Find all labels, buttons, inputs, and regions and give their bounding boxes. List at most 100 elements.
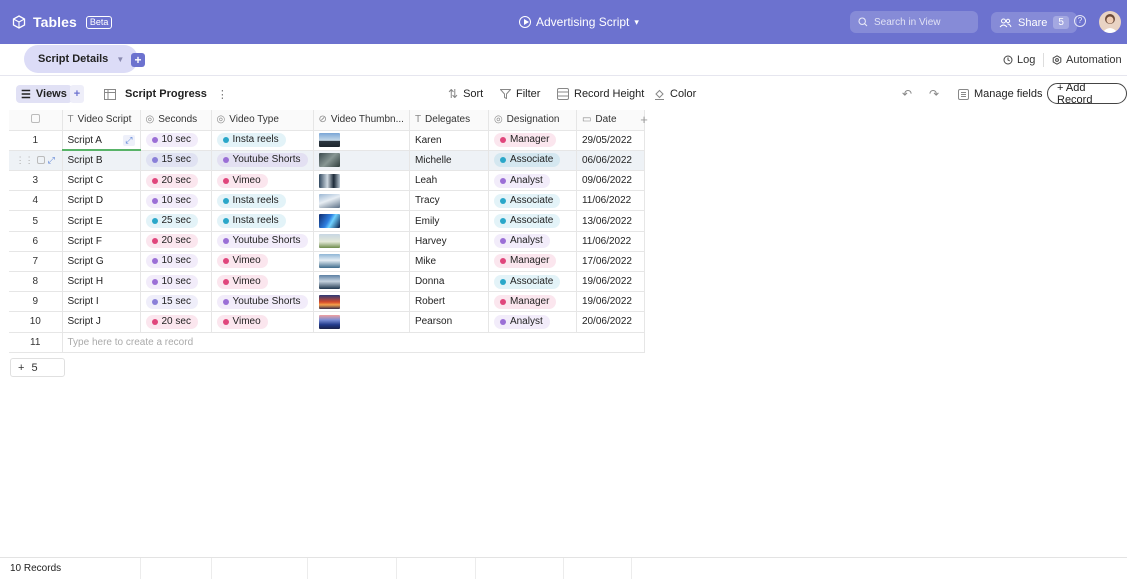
thumbnail-image[interactable]: [318, 294, 340, 309]
undo-button[interactable]: ↶: [902, 85, 912, 103]
column-header[interactable]: ◎ Seconds: [140, 110, 212, 131]
cell-video-thumbnail[interactable]: [313, 251, 410, 273]
log-button[interactable]: Log: [1003, 54, 1035, 66]
cell-seconds[interactable]: 20 sec: [140, 231, 212, 252]
brand[interactable]: Tables Beta: [12, 14, 113, 30]
table-row[interactable]: 4 Script D 10 sec Insta reels Tracy Associate…: [9, 190, 645, 212]
cell-video-thumbnail[interactable]: [313, 311, 410, 333]
expand-icon[interactable]: ⤢: [123, 134, 135, 146]
record-height-button[interactable]: Record Height: [557, 85, 644, 103]
cell-video-thumbnail[interactable]: [313, 231, 410, 252]
cell-designation[interactable]: Associate: [488, 210, 577, 232]
thumbnail-image[interactable]: [318, 133, 340, 148]
cell-delegates[interactable]: Michelle: [409, 150, 489, 172]
cell-date[interactable]: 11/06/2022: [576, 231, 645, 252]
table-row[interactable]: 6 Script F 20 sec Youtube Shorts Harvey Analy…: [9, 231, 645, 252]
cell-designation[interactable]: Manager: [488, 251, 577, 273]
cell-video-type[interactable]: Insta reels: [211, 130, 314, 151]
filter-button[interactable]: Filter: [500, 85, 540, 103]
table-row[interactable]: 5 Script E 25 sec Insta reels Emily Associate…: [9, 210, 645, 232]
row-number[interactable]: 7: [9, 251, 63, 273]
cell-delegates[interactable]: Harvey: [409, 231, 489, 252]
table-row[interactable]: ⋮⋮ ⤢ Script B 15 sec Youtube Shorts Michelle A…: [9, 150, 645, 172]
cell-date[interactable]: 17/06/2022: [576, 251, 645, 273]
cell-delegates[interactable]: Karen: [409, 130, 489, 151]
cell-video-type[interactable]: Insta reels: [211, 190, 314, 212]
cell-delegates[interactable]: Mike: [409, 251, 489, 273]
cell-video-script[interactable]: Script I: [62, 291, 141, 313]
cell-video-script[interactable]: Script E: [62, 210, 141, 232]
row-number[interactable]: ⋮⋮ ⤢: [9, 150, 63, 172]
manage-fields-button[interactable]: Manage fields: [958, 85, 1043, 103]
cell-video-thumbnail[interactable]: [313, 291, 410, 313]
cell-video-type[interactable]: Insta reels: [211, 210, 314, 232]
add-rows-control[interactable]: + 5: [10, 358, 65, 377]
redo-button[interactable]: ↷: [929, 85, 939, 103]
cell-date[interactable]: 13/06/2022: [576, 210, 645, 232]
cell-video-type[interactable]: Vimeo: [211, 271, 314, 293]
cell-seconds[interactable]: 10 sec: [140, 190, 212, 212]
cell-video-type[interactable]: Youtube Shorts: [211, 231, 314, 252]
cell-video-thumbnail[interactable]: [313, 210, 410, 232]
more-vertical-icon[interactable]: ⋮: [217, 88, 228, 101]
cell-delegates[interactable]: Leah: [409, 170, 489, 192]
table-row[interactable]: 1 Script A ⤢ 10 sec Insta reels Karen Manager 2…: [9, 130, 645, 152]
cell-video-thumbnail[interactable]: [313, 190, 410, 212]
cell-designation[interactable]: Manager: [488, 291, 577, 313]
cell-video-thumbnail[interactable]: [313, 130, 410, 151]
avatar[interactable]: [1099, 11, 1121, 33]
row-checkbox[interactable]: [36, 156, 45, 165]
views-button[interactable]: ☰ Views: [16, 85, 72, 103]
search-input[interactable]: Search in View: [850, 11, 978, 33]
cell-video-script[interactable]: Script C: [62, 170, 141, 192]
add-column-button[interactable]: +: [637, 113, 651, 127]
cell-date[interactable]: 09/06/2022: [576, 170, 645, 192]
table-row[interactable]: 9 Script I 15 sec Youtube Shorts Robert Manag…: [9, 291, 645, 313]
cell-designation[interactable]: Associate: [488, 150, 577, 172]
expand-icon[interactable]: ⤢: [48, 155, 55, 165]
column-header[interactable]: ⊘ Video Thumbn...: [313, 110, 410, 131]
row-number[interactable]: 4: [9, 190, 63, 212]
table-row[interactable]: 10 Script J 20 sec Vimeo Pearson Analyst 20/06…: [9, 311, 645, 333]
cell-video-type[interactable]: Vimeo: [211, 251, 314, 273]
help-icon[interactable]: ?: [1074, 15, 1086, 27]
new-record-input[interactable]: Type here to create a record: [62, 332, 645, 353]
cell-video-script[interactable]: Script A ⤢: [62, 130, 141, 152]
row-number[interactable]: 5: [9, 210, 63, 232]
cell-seconds[interactable]: 20 sec: [140, 170, 212, 192]
row-number[interactable]: 9: [9, 291, 63, 313]
cell-designation[interactable]: Associate: [488, 271, 577, 293]
table-row[interactable]: 3 Script C 20 sec Vimeo Leah Analyst 09/06/202…: [9, 170, 645, 192]
view-selector[interactable]: Script Progress ⋮: [104, 85, 228, 103]
row-number[interactable]: 10: [9, 311, 63, 333]
column-header[interactable]: T Video Script: [62, 110, 141, 131]
cell-video-type[interactable]: Youtube Shorts: [211, 291, 314, 313]
cell-designation[interactable]: Manager: [488, 130, 577, 151]
cell-date[interactable]: 11/06/2022: [576, 190, 645, 212]
cell-designation[interactable]: Analyst: [488, 311, 577, 333]
row-number[interactable]: 6: [9, 231, 63, 252]
table-row[interactable]: 7 Script G 10 sec Vimeo Mike Manager 17/06/202…: [9, 251, 645, 273]
table-row[interactable]: 8 Script H 10 sec Vimeo Donna Associate 19/06/…: [9, 271, 645, 293]
add-tab-button[interactable]: +: [131, 53, 145, 67]
tab-script-details[interactable]: Script Details ▼: [24, 45, 139, 73]
add-record-button[interactable]: + Add Record: [1047, 82, 1127, 106]
cell-date[interactable]: 06/06/2022: [576, 150, 645, 172]
thumbnail-image[interactable]: [318, 153, 340, 168]
cell-delegates[interactable]: Pearson: [409, 311, 489, 333]
automation-button[interactable]: Automation: [1052, 54, 1122, 66]
cell-video-type[interactable]: Vimeo: [211, 170, 314, 192]
cell-video-type[interactable]: Youtube Shorts: [211, 150, 314, 172]
thumbnail-image[interactable]: [318, 193, 340, 208]
cell-seconds[interactable]: 20 sec: [140, 311, 212, 333]
thumbnail-image[interactable]: [318, 274, 340, 289]
add-view-button[interactable]: +: [70, 85, 84, 103]
thumbnail-image[interactable]: [318, 254, 340, 269]
cell-seconds[interactable]: 10 sec: [140, 251, 212, 273]
thumbnail-image[interactable]: [318, 214, 340, 229]
cell-video-thumbnail[interactable]: [313, 271, 410, 293]
cell-date[interactable]: 29/05/2022: [576, 130, 645, 151]
cell-seconds[interactable]: 25 sec: [140, 210, 212, 232]
drag-handle-icon[interactable]: ⋮⋮: [16, 155, 34, 165]
cell-designation[interactable]: Analyst: [488, 231, 577, 252]
